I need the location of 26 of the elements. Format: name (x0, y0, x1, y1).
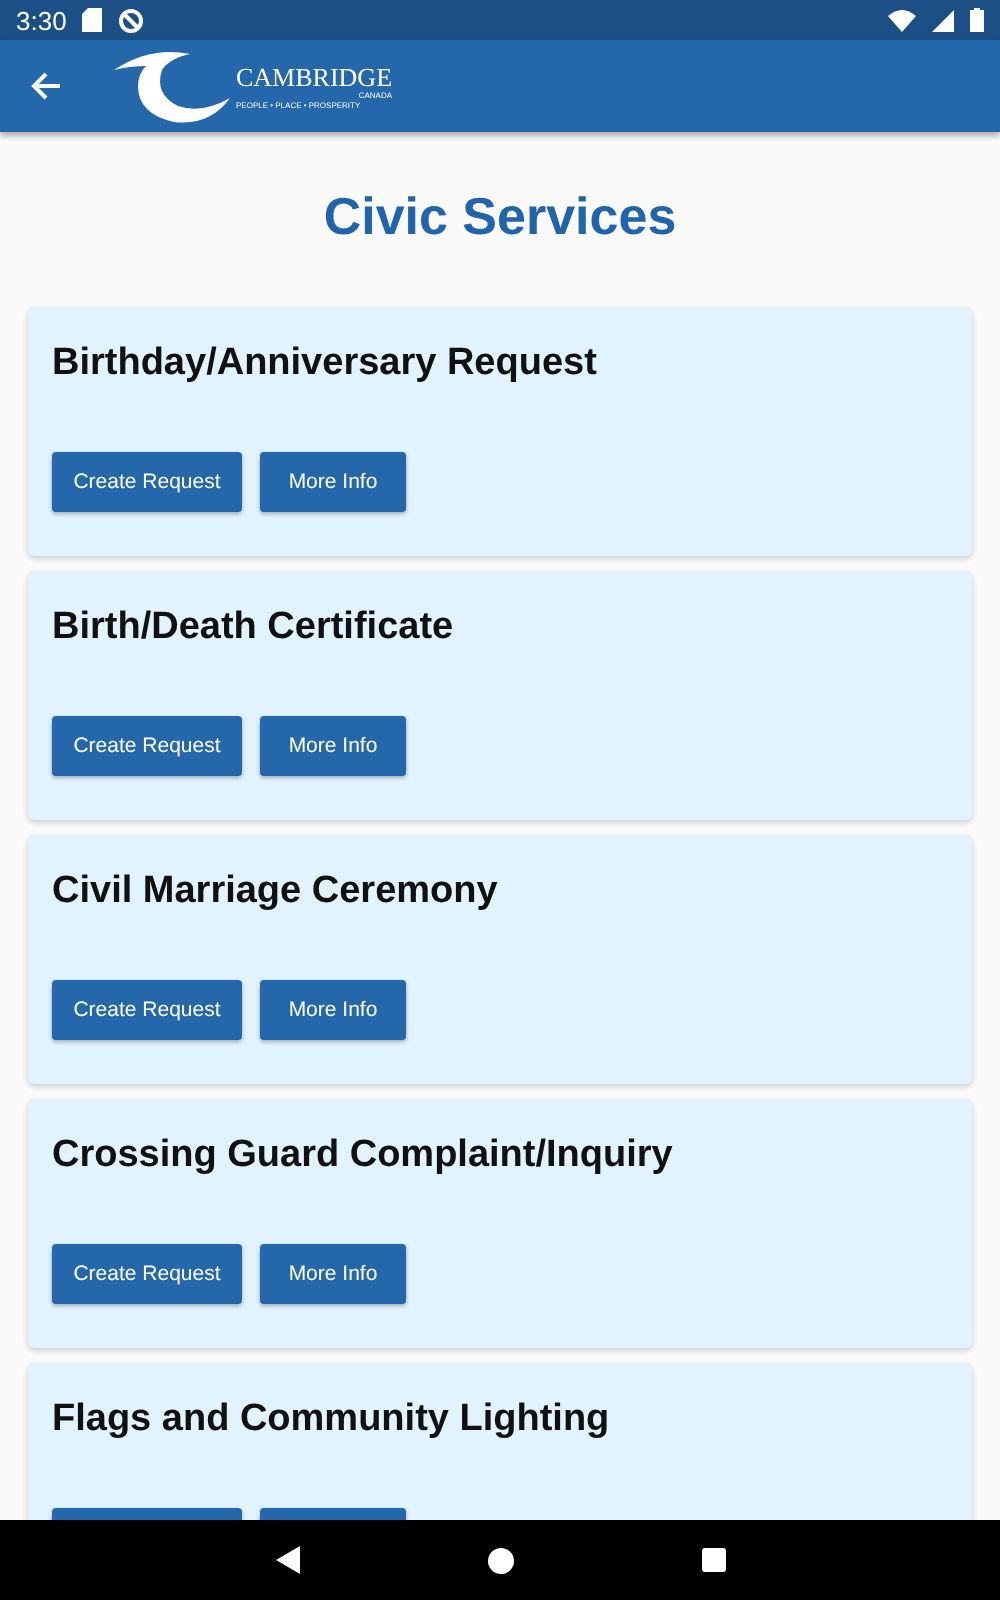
back-button[interactable] (30, 70, 62, 102)
back-nav-icon[interactable] (275, 1546, 299, 1574)
logo-name: CAMBRIDGE (236, 63, 393, 89)
more-info-button[interactable]: More Info (260, 452, 406, 512)
recents-nav-icon[interactable] (701, 1548, 725, 1572)
create-request-button[interactable]: Create Request (52, 716, 242, 776)
wifi-icon (888, 9, 916, 31)
more-info-button[interactable]: More Info (260, 716, 406, 776)
service-title: Birthday/Anniversary Request (52, 340, 599, 388)
service-title: Civil Marriage Ceremony (52, 868, 500, 916)
service-title: Crossing Guard Complaint/Inquiry (52, 1132, 675, 1180)
blocked-icon (118, 7, 145, 33)
clock: 3:30 (16, 5, 67, 35)
battery-icon (970, 8, 984, 32)
more-info-button[interactable]: More Info (260, 980, 406, 1040)
signal-icon (932, 9, 954, 31)
service-title: Flags and Community Lighting (52, 1396, 612, 1444)
wave-logo-icon (110, 46, 234, 126)
create-request-button[interactable]: Create Request (52, 1244, 242, 1304)
sd-card-icon (82, 8, 103, 32)
create-request-button[interactable]: Create Request (52, 980, 242, 1040)
page-title: Civic Services (321, 184, 679, 250)
create-request-button[interactable]: Create Request (52, 452, 242, 512)
more-info-button[interactable]: More Info (260, 1244, 406, 1304)
home-nav-icon[interactable] (487, 1547, 513, 1573)
service-title: Birth/Death Certificate (52, 604, 456, 652)
